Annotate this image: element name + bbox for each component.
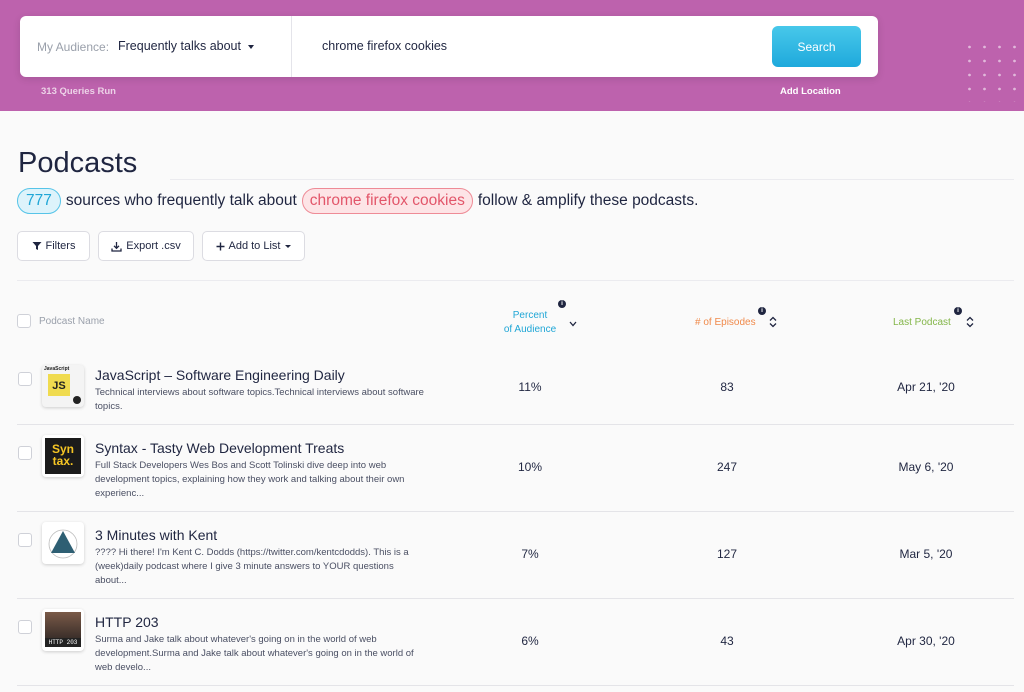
queries-run-count: 313 Queries Run [41, 86, 116, 97]
audience-dropdown-value: Frequently talks about [118, 39, 241, 53]
podcast-logo [42, 522, 84, 564]
download-icon [111, 241, 122, 252]
add-to-list-button[interactable]: Add to List [202, 231, 305, 261]
info-icon[interactable]: i [954, 307, 962, 315]
search-input[interactable]: chrome firefox cookies [322, 39, 447, 53]
decorative-dots [962, 40, 1024, 102]
podcast-description: Technical interviews about software topi… [95, 387, 424, 412]
add-location-link[interactable]: Add Location [780, 86, 841, 97]
audience-dropdown[interactable]: Frequently talks about [118, 39, 254, 53]
divider [291, 16, 292, 77]
select-all-checkbox[interactable] [17, 314, 31, 328]
column-header-podcast-name[interactable]: Podcast Name [39, 316, 105, 327]
source-count-badge[interactable]: 777 [17, 188, 61, 214]
table-row[interactable]: Syn tax. Syntax - Tasty Web Development … [17, 425, 1014, 512]
last-podcast-date: May 6, '20 [898, 460, 954, 474]
column-header-last-podcast[interactable]: Last Podcast [893, 317, 951, 328]
export-csv-button[interactable]: Export .csv [98, 231, 194, 261]
row-checkbox[interactable] [18, 533, 32, 547]
logo-photo [45, 612, 81, 638]
episode-count: 247 [716, 460, 738, 474]
podcast-title[interactable]: HTTP 203 [95, 614, 159, 630]
info-icon[interactable]: i [558, 300, 566, 308]
column-header-episodes[interactable]: # of Episodes [695, 317, 756, 328]
row-checkbox[interactable] [18, 446, 32, 460]
row-checkbox[interactable] [18, 620, 32, 634]
table-row[interactable]: 3 Minutes with Kent ???? Hi there! I'm K… [17, 512, 1014, 599]
filters-label: Filters [45, 240, 76, 252]
export-label: Export .csv [126, 240, 181, 252]
percent-of-audience: 10% [517, 460, 543, 474]
podcast-logo: JavaScript JS [42, 365, 84, 407]
divider [17, 280, 1014, 281]
topic-badge[interactable]: chrome firefox cookies [301, 188, 473, 214]
table-row[interactable]: JavaScript JS JavaScript – Software Engi… [17, 350, 1014, 425]
divider [170, 179, 1014, 180]
percent-of-audience: 6% [521, 634, 539, 648]
logo-caption: JavaScript [44, 366, 70, 372]
podcast-title[interactable]: 3 Minutes with Kent [95, 527, 217, 543]
audience-label: My Audience: [37, 40, 110, 54]
sort-icon[interactable] [966, 316, 974, 328]
column-header-percent-line2: of Audience [503, 324, 557, 335]
sort-icon[interactable] [769, 316, 777, 328]
podcast-description: ???? Hi there! I'm Kent C. Dodds (https:… [95, 547, 409, 586]
plus-icon [216, 242, 224, 250]
podcast-logo: Syn tax. [42, 435, 84, 477]
column-header-percent-line1: Percent [512, 310, 548, 321]
podcast-description: Surma and Jake talk about whatever's goi… [95, 634, 414, 673]
last-podcast-date: Mar 5, '20 [899, 547, 953, 561]
podcast-description: Full Stack Developers Wes Bos and Scott … [95, 460, 405, 499]
last-podcast-date: Apr 30, '20 [897, 634, 955, 648]
search-bar: My Audience: Frequently talks about chro… [20, 16, 878, 77]
logo-mark: HTTP 203 [45, 638, 81, 647]
filter-icon [32, 242, 42, 250]
logo-badge [73, 396, 81, 404]
sort-desc-icon[interactable] [569, 321, 577, 327]
summary-text-before: sources who frequently talk about [65, 192, 297, 209]
info-icon[interactable]: i [758, 307, 766, 315]
episode-count: 43 [720, 634, 734, 648]
caret-down-icon [285, 244, 292, 248]
podcast-title[interactable]: JavaScript – Software Engineering Daily [95, 367, 345, 383]
search-button[interactable]: Search [772, 26, 861, 67]
podcast-title[interactable]: Syntax - Tasty Web Development Treats [95, 440, 344, 456]
row-checkbox[interactable] [18, 372, 32, 386]
column-header-percent[interactable]: Percent of Audience [494, 309, 566, 337]
summary-text-after: follow & amplify these podcasts. [477, 192, 699, 209]
logo-mark: Syn tax. [45, 438, 81, 474]
filters-button[interactable]: Filters [17, 231, 90, 261]
triangle-logo-icon [48, 529, 78, 559]
percent-of-audience: 11% [518, 380, 542, 394]
top-header: My Audience: Frequently talks about chro… [0, 0, 1024, 111]
last-podcast-date: Apr 21, '20 [897, 380, 955, 394]
logo-mark: JS [48, 374, 70, 396]
page-title: Podcasts [18, 147, 138, 179]
table-row[interactable]: HTTP 203 HTTP 203 Surma and Jake talk ab… [17, 599, 1014, 686]
summary-line: 777 sources who frequently talk about ch… [17, 188, 698, 214]
percent-of-audience: 7% [521, 547, 539, 561]
episode-count: 83 [720, 380, 734, 394]
episode-count: 127 [716, 547, 738, 561]
caret-down-icon [248, 44, 254, 49]
add-to-list-label: Add to List [228, 240, 281, 252]
podcast-logo: HTTP 203 [42, 609, 84, 651]
